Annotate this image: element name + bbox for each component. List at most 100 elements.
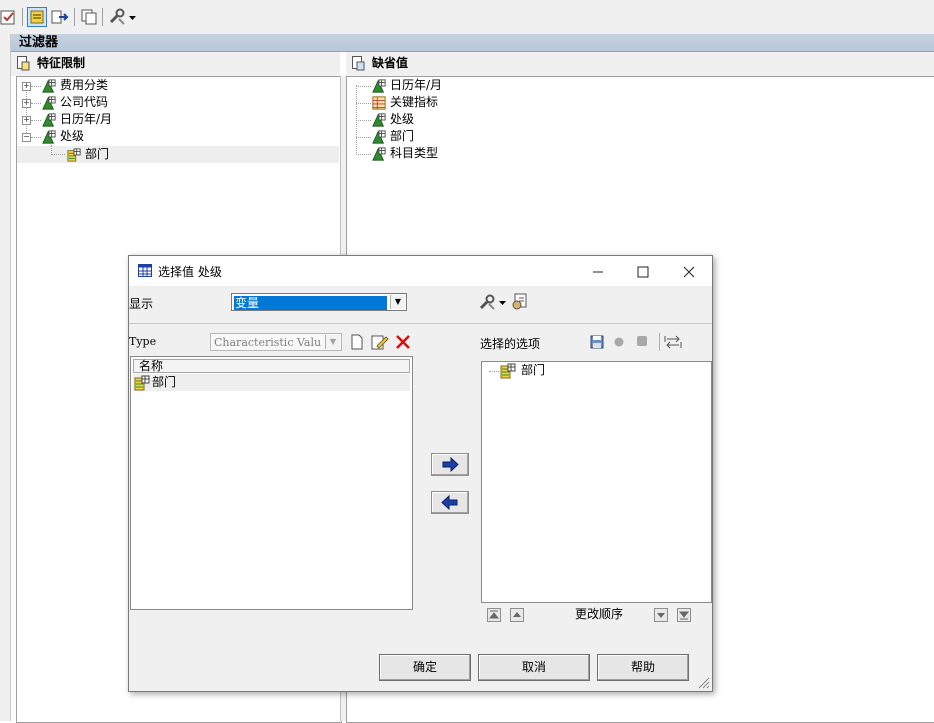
cancel-button[interactable]: 取消	[478, 654, 590, 681]
tree-line	[31, 137, 41, 139]
tree-item-label: 部门	[85, 147, 110, 161]
tree-item-label: 关键指标	[390, 95, 439, 109]
type-select-value: Characteristic Valu	[214, 336, 322, 349]
reorder-label: 更改顺序	[575, 607, 624, 621]
default-values-header: 缺省值	[346, 52, 934, 76]
left-scroll-strip	[0, 34, 11, 721]
tree-line	[31, 86, 41, 88]
dialog-title-bar[interactable]: 选择值 处级	[129, 256, 712, 286]
filter-header: 过滤器	[11, 34, 934, 52]
settings-page-icon[interactable]	[511, 293, 529, 311]
tree-item-label: 日历年/月	[60, 112, 113, 126]
tree-line	[51, 145, 53, 153]
circle-icon[interactable]	[613, 336, 625, 348]
characteristic-icon	[42, 113, 56, 127]
characteristic-icon	[42, 130, 56, 144]
move-to-top-button[interactable]	[487, 608, 501, 622]
chevron-down-icon[interactable]: ▼	[325, 335, 340, 349]
left-pane-title: 特征限制	[37, 56, 86, 70]
close-button[interactable]	[666, 256, 712, 286]
tree-item-label: 科目类型	[390, 146, 439, 160]
selected-item-label: 部门	[521, 363, 546, 377]
chevron-down-icon[interactable]	[498, 293, 507, 311]
maximize-icon	[637, 266, 649, 277]
swap-icon[interactable]	[664, 334, 682, 350]
tree-line	[356, 154, 371, 156]
tree-line	[51, 154, 65, 156]
name-column-header[interactable]: 名称	[133, 359, 410, 373]
chevron-down-icon[interactable]: ▼	[390, 295, 405, 309]
export-icon[interactable]	[51, 8, 69, 26]
right-pane-title: 缺省值	[372, 56, 409, 70]
close-icon	[683, 266, 695, 277]
characteristic-icon	[372, 130, 386, 144]
characteristic-value-icon	[67, 148, 81, 162]
characteristic-restrictions-header: 特征限制	[11, 52, 340, 76]
characteristic-icon	[372, 147, 386, 161]
add-selection-button[interactable]	[431, 453, 469, 476]
toolbar-separator	[102, 8, 103, 26]
ok-button[interactable]: 确定	[379, 654, 471, 681]
toolbar-separator	[659, 333, 660, 351]
characteristic-icon	[372, 79, 386, 93]
new-document-icon[interactable]	[350, 334, 364, 350]
expand-toggle[interactable]: +	[22, 116, 31, 125]
minimize-button[interactable]	[575, 256, 621, 286]
collapse-toggle[interactable]: −	[22, 133, 31, 142]
copy-icon[interactable]	[80, 8, 98, 26]
expand-toggle[interactable]: +	[22, 82, 31, 91]
selected-options-label: 选择的选项	[480, 337, 541, 351]
list-item-label: 部门	[152, 375, 177, 389]
tree-line	[31, 120, 41, 122]
selected-row-highlight	[17, 146, 339, 163]
chevron-down-icon[interactable]	[128, 8, 138, 26]
type-select[interactable]: Characteristic Valu ▼	[210, 333, 342, 351]
characteristic-value-icon	[134, 375, 150, 391]
tree-line	[489, 371, 499, 373]
table-icon	[138, 264, 152, 277]
stop-icon[interactable]	[636, 335, 648, 347]
remove-selection-button[interactable]	[431, 491, 469, 514]
tree-line	[31, 103, 41, 105]
move-down-button[interactable]	[654, 608, 668, 622]
tools-icon[interactable]	[478, 293, 498, 311]
characteristic-icon	[42, 79, 56, 93]
edit-icon[interactable]	[371, 333, 389, 351]
expand-toggle[interactable]: +	[22, 99, 31, 108]
maximize-button[interactable]	[620, 256, 666, 286]
move-up-icon	[513, 612, 521, 617]
tree-item-label: 费用分类	[60, 78, 109, 92]
list-item[interactable]: 部门	[133, 374, 410, 391]
display-select-value: 变量	[234, 296, 387, 310]
save-icon[interactable]	[590, 335, 604, 349]
tools-icon[interactable]	[108, 8, 126, 26]
tree-line	[356, 86, 371, 88]
resize-grip-icon[interactable]	[698, 677, 710, 689]
filter-toggle-icon[interactable]	[27, 7, 47, 27]
tree-line	[356, 137, 371, 139]
available-values-list[interactable]: 名称 部门	[130, 356, 413, 610]
move-up-button[interactable]	[510, 608, 524, 622]
characteristic-icon	[372, 113, 386, 127]
move-top-icon	[488, 610, 500, 619]
selected-options-list[interactable]: 部门	[481, 361, 712, 603]
help-button[interactable]: 帮助	[597, 654, 689, 681]
tree-line	[356, 103, 371, 105]
name-column-label: 名称	[139, 359, 164, 373]
delete-icon[interactable]	[395, 334, 411, 350]
document-list-icon	[17, 56, 30, 71]
tree-item-label: 日历年/月	[390, 78, 443, 92]
checklist-icon[interactable]	[0, 8, 18, 26]
characteristic-icon	[42, 96, 56, 110]
display-select[interactable]: 变量 ▼	[231, 293, 407, 311]
display-label: 显示	[129, 297, 154, 311]
move-down-icon	[657, 613, 665, 618]
tree-item-label: 处级	[390, 112, 415, 126]
main-toolbar	[0, 0, 934, 35]
move-to-bottom-button[interactable]	[677, 608, 691, 622]
tree-item-label: 处级	[60, 129, 85, 143]
arrow-right-icon	[442, 456, 459, 473]
ok-button-label: 确定	[412, 660, 437, 674]
tree-item-label: 部门	[390, 129, 415, 143]
toolbar-separator	[22, 8, 23, 26]
